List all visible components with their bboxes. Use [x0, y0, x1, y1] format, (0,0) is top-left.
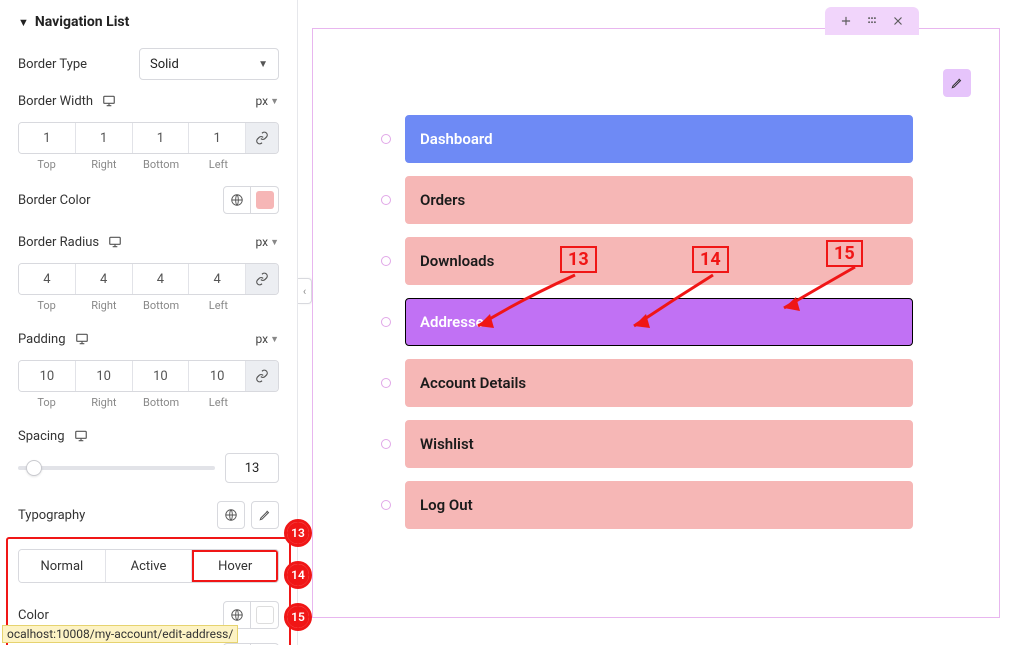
- nav-item-orders[interactable]: Orders: [405, 176, 913, 224]
- callout-badge-14: 14: [284, 561, 312, 589]
- border-radius-unit[interactable]: px▼: [255, 235, 279, 249]
- nav-row: Log Out: [381, 481, 913, 529]
- widget-toolbar: [825, 7, 919, 35]
- link-values-button[interactable]: [246, 123, 278, 153]
- status-url: ocalhost:10008/my-account/edit-address/: [2, 625, 238, 643]
- plus-icon[interactable]: [837, 12, 855, 30]
- caret-down-icon: ▼: [18, 16, 29, 29]
- nav-row: Wishlist: [381, 420, 913, 468]
- row-handle-icon[interactable]: [381, 317, 391, 327]
- border-radius-right[interactable]: 4: [76, 264, 133, 294]
- pencil-icon[interactable]: [251, 501, 279, 529]
- nav-list: Dashboard Orders Downloads Addresses Acc…: [381, 115, 913, 529]
- spacing-slider-thumb[interactable]: [26, 460, 42, 476]
- border-width-right[interactable]: 1: [76, 123, 133, 153]
- callout-badge-15: 15: [284, 603, 312, 631]
- globe-icon[interactable]: [223, 186, 251, 214]
- border-color-label: Border Color: [18, 193, 91, 208]
- section-header[interactable]: ▼ Navigation List: [18, 14, 279, 30]
- spacing-value[interactable]: 13: [225, 453, 279, 483]
- nav-row: Account Details: [381, 359, 913, 407]
- nav-item-wishlist[interactable]: Wishlist: [405, 420, 913, 468]
- border-radius-left[interactable]: 4: [189, 264, 246, 294]
- nav-row: Orders: [381, 176, 913, 224]
- settings-panel: ▼ Navigation List Border Type Solid ▼ Bo…: [0, 0, 298, 645]
- padding-left[interactable]: 10: [189, 361, 246, 391]
- row-handle-icon[interactable]: [381, 195, 391, 205]
- border-color-swatch[interactable]: [251, 186, 279, 214]
- close-icon[interactable]: [889, 12, 907, 30]
- section-title: Navigation List: [35, 14, 129, 30]
- chevron-down-icon: ▼: [258, 59, 268, 70]
- border-width-inputs: 1 1 1 1: [18, 122, 279, 154]
- border-type-label: Border Type: [18, 57, 87, 72]
- border-radius-label: Border Radius: [18, 235, 99, 250]
- tab-active[interactable]: Active: [106, 550, 193, 582]
- hover-color-swatch[interactable]: [251, 601, 279, 629]
- border-type-value: Solid: [150, 57, 179, 72]
- tab-hover[interactable]: Hover: [192, 550, 278, 582]
- padding-label: Padding: [18, 332, 66, 347]
- border-width-top[interactable]: 1: [19, 123, 76, 153]
- padding-bottom[interactable]: 10: [133, 361, 190, 391]
- nav-item-logout[interactable]: Log Out: [405, 481, 913, 529]
- padding-unit[interactable]: px▼: [255, 332, 279, 346]
- border-type-select[interactable]: Solid ▼: [139, 48, 279, 80]
- desktop-icon[interactable]: [73, 428, 89, 444]
- edit-widget-button[interactable]: [943, 69, 971, 97]
- row-handle-icon[interactable]: [381, 134, 391, 144]
- panel-collapse-handle[interactable]: ‹: [298, 278, 312, 304]
- desktop-icon[interactable]: [74, 331, 90, 347]
- typography-label: Typography: [18, 508, 85, 523]
- drag-icon[interactable]: [863, 12, 881, 30]
- border-width-bottom[interactable]: 1: [133, 123, 190, 153]
- row-handle-icon[interactable]: [381, 500, 391, 510]
- link-values-button[interactable]: [246, 361, 278, 391]
- row-handle-icon[interactable]: [381, 378, 391, 388]
- padding-right[interactable]: 10: [76, 361, 133, 391]
- border-radius-inputs: 4 4 4 4: [18, 263, 279, 295]
- row-handle-icon[interactable]: [381, 256, 391, 266]
- nav-item-dashboard[interactable]: Dashboard: [405, 115, 913, 163]
- desktop-icon[interactable]: [107, 234, 123, 250]
- state-tabs: Normal Active Hover: [18, 549, 279, 583]
- border-width-unit[interactable]: px▼: [255, 94, 279, 108]
- annotation-15: 15: [826, 240, 863, 267]
- row-handle-icon[interactable]: [381, 439, 391, 449]
- border-width-label: Border Width: [18, 94, 93, 109]
- desktop-icon[interactable]: [101, 93, 117, 109]
- padding-top[interactable]: 10: [19, 361, 76, 391]
- spacing-slider[interactable]: [18, 466, 215, 470]
- padding-inputs: 10 10 10 10: [18, 360, 279, 392]
- hover-color-label: Color: [18, 608, 49, 623]
- nav-item-addresses[interactable]: Addresses: [405, 298, 913, 346]
- link-values-button[interactable]: [246, 264, 278, 294]
- annotation-14: 14: [692, 246, 729, 273]
- callout-badge-13: 13: [284, 519, 312, 547]
- globe-icon[interactable]: [217, 501, 245, 529]
- nav-row: Dashboard: [381, 115, 913, 163]
- border-radius-bottom[interactable]: 4: [133, 264, 190, 294]
- preview-canvas: Dashboard Orders Downloads Addresses Acc…: [312, 28, 1000, 618]
- border-width-left[interactable]: 1: [189, 123, 246, 153]
- tab-normal[interactable]: Normal: [19, 550, 106, 582]
- annotation-13: 13: [560, 246, 597, 273]
- nav-item-account-details[interactable]: Account Details: [405, 359, 913, 407]
- border-radius-top[interactable]: 4: [19, 264, 76, 294]
- spacing-label: Spacing: [18, 429, 65, 444]
- nav-row: Addresses: [381, 298, 913, 346]
